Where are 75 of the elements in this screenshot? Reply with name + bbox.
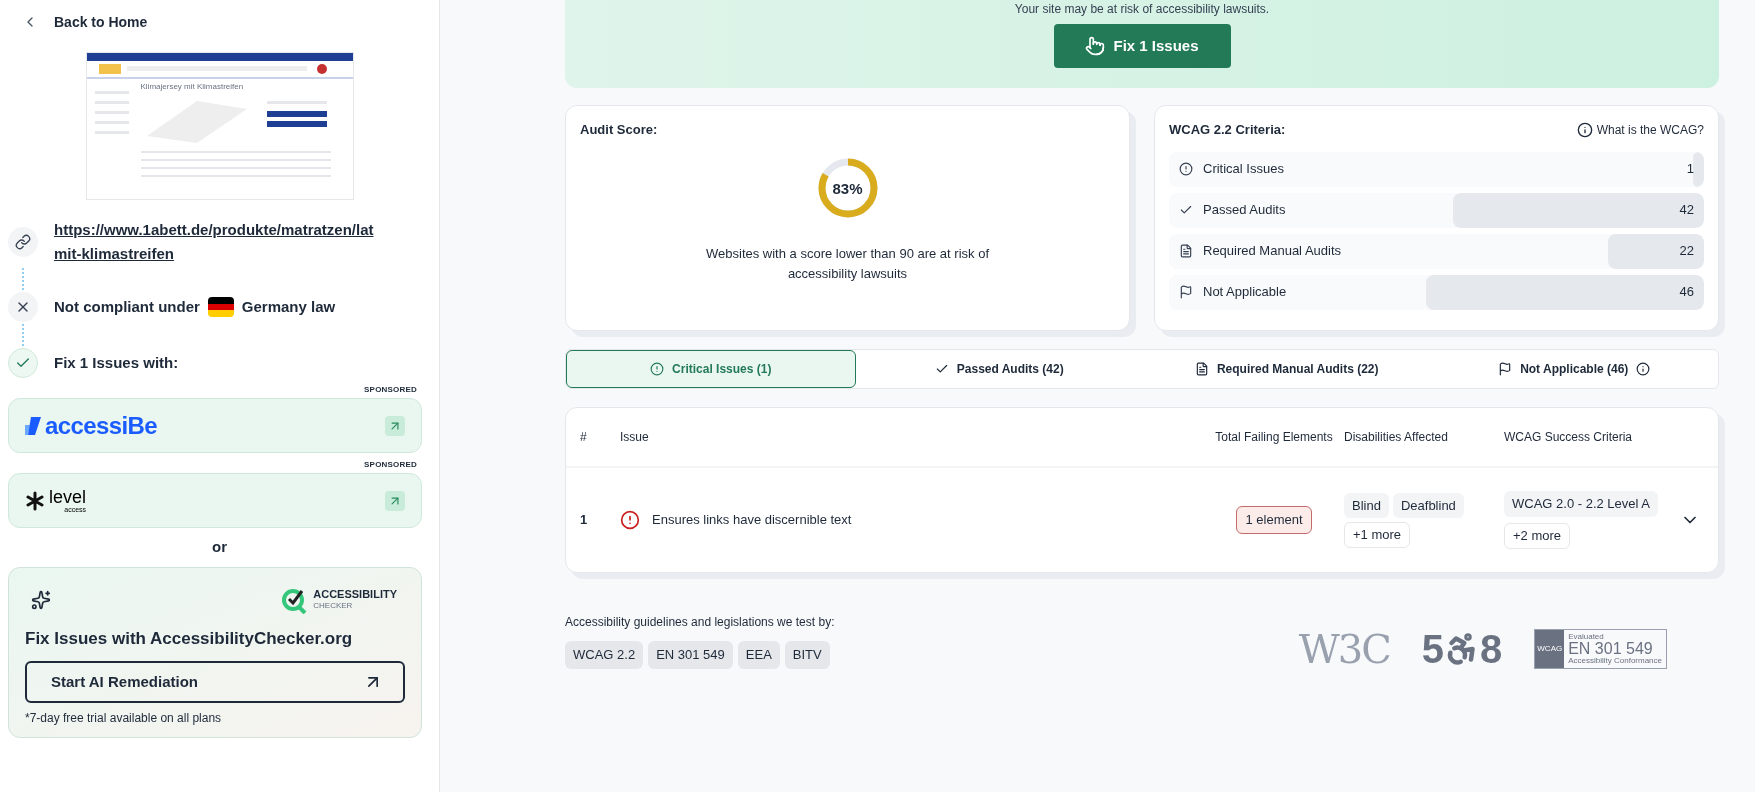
asterisk-logo-icon — [25, 490, 45, 511]
score-value: 83% — [832, 180, 863, 195]
alert-circle-icon — [650, 362, 665, 376]
en-301-549-badge: WCAG Evaluated EN 301 549 Accessibility Conformance — [1534, 628, 1667, 669]
accessibility-checker-logo: ACCESSIBILITY CHECKER — [313, 587, 397, 612]
audit-tab[interactable]: Critical Issues (1) — [566, 350, 856, 388]
risk-warning-text: Your site may be at risk of accessibility lawsuits. — [1014, 1, 1270, 18]
row-number: 1 — [580, 511, 589, 530]
sponsored-label: SPONSORED — [364, 384, 417, 396]
failing-elements-badge: 1 element — [1236, 506, 1312, 534]
alert-circle-icon — [620, 510, 640, 530]
check-icon — [1179, 203, 1193, 217]
cross-icon — [8, 292, 38, 322]
card-title: WCAG 2.2 Criteria: — [1169, 121, 1286, 139]
standard-tag: EEA — [737, 641, 780, 669]
w3c-logo: W3C — [1298, 628, 1390, 669]
criteria-label: Passed Audits — [1203, 201, 1286, 220]
flag-icon — [1179, 285, 1193, 299]
germany-flag-icon — [207, 297, 234, 317]
info-icon — [1576, 121, 1593, 138]
start-ai-remediation-button[interactable]: Start AI Remediation — [25, 661, 405, 703]
standard-tag: BITV — [784, 641, 830, 669]
external-link-icon — [385, 490, 405, 511]
sponsored-label: SPONSORED — [364, 459, 417, 471]
criteria-label: Critical Issues — [1203, 160, 1284, 179]
column-header: Disabilities Affected — [1344, 429, 1449, 446]
country-law-text: Germany law — [241, 296, 336, 317]
promo-title: Fix Issues with AccessibilityChecker.org — [25, 627, 354, 650]
preview-title: Klimajersey mit Klimastreifen — [140, 83, 245, 91]
alert-circle-icon — [1179, 162, 1193, 176]
external-link-icon — [385, 415, 405, 436]
criteria-count: 42 — [1679, 201, 1694, 220]
criteria-count: 1 — [1686, 160, 1694, 179]
disability-tag: Deafblind — [1392, 492, 1464, 518]
check-icon — [8, 348, 38, 378]
flag-icon — [1498, 362, 1513, 376]
fix-issues-heading: Fix 1 Issues with: — [54, 352, 179, 373]
page-url-link[interactable]: https://www.1abett.de/produkte/matratzen/lat mit-klimastreifen — [54, 218, 374, 266]
fix-issues-button[interactable]: Fix 1 Issues — [1053, 24, 1231, 68]
card-title: Audit Score: — [580, 121, 658, 139]
more-criteria-tag[interactable]: +2 more — [1504, 523, 1571, 549]
column-header: WCAG Success Criteria — [1504, 429, 1634, 446]
criteria-count: 46 — [1679, 283, 1694, 302]
document-icon — [1194, 362, 1209, 376]
score-risk-note: Websites with a score lower than 90 are at risk of accessibility lawsuits — [705, 244, 990, 283]
audit-tab[interactable]: Not Applicable (46) — [1430, 350, 1718, 388]
sponsor-card[interactable]: accessiBe — [8, 398, 422, 453]
document-icon — [1179, 244, 1193, 258]
accessibe-logo: accessiBe — [45, 413, 158, 438]
standard-tag: WCAG 2.2 — [565, 641, 644, 669]
sparkles-icon — [31, 589, 51, 610]
trial-note: *7-day free trial available on all plans — [25, 710, 223, 727]
compliance-status-text: Not compliant under — [54, 296, 200, 317]
column-header: # — [580, 429, 588, 446]
guidelines-heading: Accessibility guidelines and legislations we test by: — [565, 614, 835, 631]
standard-tag: EN 301 549 — [648, 641, 733, 669]
link-icon — [8, 227, 38, 257]
column-header: Total Failing Elements — [1214, 429, 1334, 446]
pointer-hand-icon — [1085, 36, 1106, 56]
criteria-label: Required Manual Audits — [1203, 242, 1342, 261]
criteria-label: Not Applicable — [1203, 283, 1287, 302]
audit-tab[interactable]: Required Manual Audits (22) — [1143, 350, 1431, 388]
disability-tag: Blind — [1344, 492, 1389, 518]
criteria-count: 22 — [1679, 242, 1694, 261]
check-icon — [934, 362, 949, 376]
back-to-home-link[interactable]: Back to Home — [8, 12, 431, 32]
more-disabilities-tag[interactable]: +1 more — [1344, 522, 1411, 548]
audit-tab[interactable]: Passed Audits (42) — [855, 350, 1143, 388]
what-is-wcag-link[interactable]: What is the WCAG? — [1576, 120, 1704, 139]
or-separator: or — [212, 537, 227, 557]
column-header: Issue — [620, 429, 650, 446]
criteria-tag: WCAG 2.0 - 2.2 Level A — [1504, 491, 1658, 518]
accessibe-logo-icon — [25, 416, 41, 435]
issue-title: Ensures links have discernible text — [652, 511, 852, 530]
section-508-logo: 5 8 — [1421, 628, 1503, 669]
